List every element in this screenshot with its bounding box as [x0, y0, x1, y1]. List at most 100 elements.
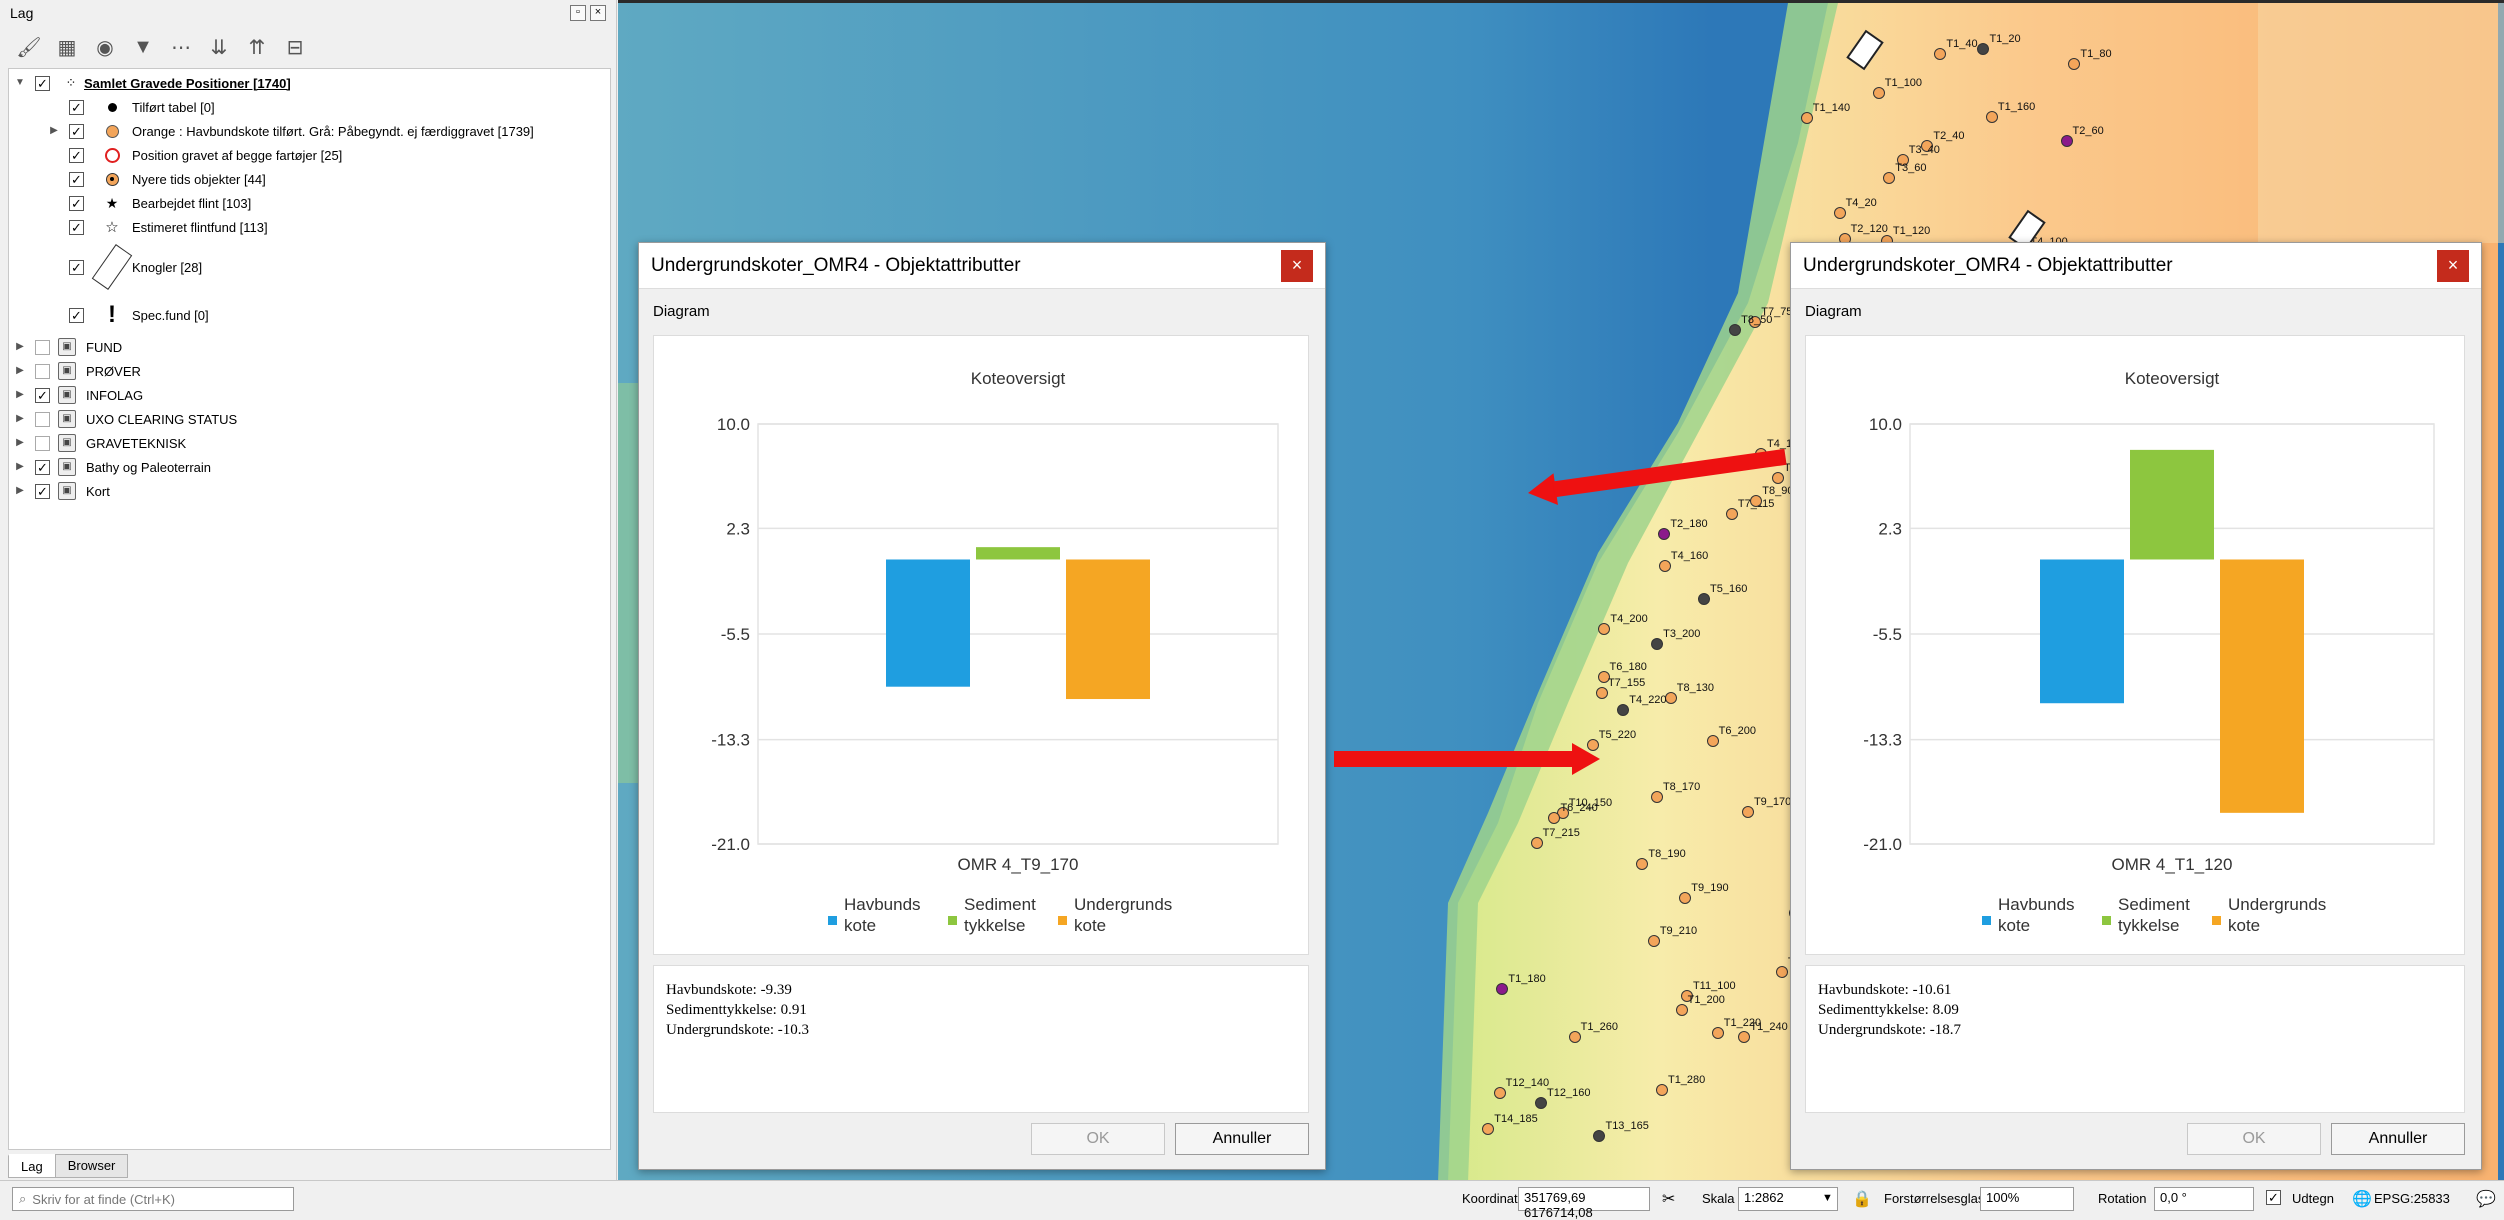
map-point[interactable]	[1800, 112, 1813, 125]
layer-group-infolag[interactable]: ▶ ✓ ▣ INFOLAG	[9, 383, 610, 407]
layer-checkbox[interactable]: ✓	[69, 171, 84, 187]
crs-label[interactable]: EPSG:25833	[2374, 1191, 2450, 1206]
filter-icon[interactable]: ▼	[130, 34, 156, 60]
layer-group-kort[interactable]: ▶ ✓ ▣ Kort	[9, 479, 610, 503]
expand-arrow-icon[interactable]: ▶	[13, 484, 27, 498]
dialog-titlebar[interactable]: Undergrundskoter_OMR4 - Objektattributte…	[639, 243, 1325, 289]
legend-label: kote	[844, 916, 876, 935]
render-checkbox[interactable]: ✓	[2266, 1190, 2281, 1205]
layer-group-bathy[interactable]: ▶ ✓ ▣ Bathy og Paleoterrain	[9, 455, 610, 479]
cancel-button[interactable]: Annuller	[2331, 1123, 2465, 1155]
layer-row-position[interactable]: ✓ Position gravet af begge fartøjer [25]	[9, 143, 610, 167]
expand-arrow-icon[interactable]: ▶	[13, 460, 27, 474]
layer-checkbox[interactable]: ✓	[35, 459, 50, 475]
layer-row-tilfoert[interactable]: ✓ Tilført tabel [0]	[9, 95, 610, 119]
map-point[interactable]	[1729, 323, 1742, 336]
tab-lag[interactable]: Lag	[8, 1154, 56, 1178]
layer-row-orange[interactable]: ▶ ✓ Orange : Havbundskote tilført. Grå: …	[9, 119, 610, 143]
magnifier-field[interactable]: 100%	[1980, 1187, 2074, 1211]
layer-checkbox[interactable]: ✓	[69, 123, 84, 139]
coordinate-field[interactable]: 351769,69 6176714,08	[1518, 1187, 1650, 1220]
map-point[interactable]	[1530, 836, 1543, 849]
layer-row-specfund[interactable]: ✓ ! Spec.fund [0]	[9, 295, 610, 335]
expand-arrow-icon[interactable]: ▶	[13, 364, 27, 378]
map-point[interactable]	[1568, 1030, 1581, 1043]
layer-checkbox[interactable]	[35, 411, 50, 427]
tab-browser[interactable]: Browser	[54, 1154, 129, 1178]
close-icon[interactable]: ×	[2437, 249, 2469, 282]
expand-arrow-icon[interactable]: ▶	[13, 388, 27, 402]
close-icon[interactable]: ×	[1281, 249, 1313, 282]
ok-button[interactable]: OK	[2187, 1123, 2321, 1155]
map-point-label: T1_180	[1508, 973, 1546, 986]
layer-group-fund[interactable]: ▶ ▣ FUND	[9, 335, 610, 359]
style-brush-icon[interactable]: 🖌	[16, 34, 42, 60]
map-point[interactable]	[1985, 110, 1998, 123]
expand-all-icon[interactable]: ⇊	[206, 34, 232, 60]
collapse-all-icon[interactable]: ⇈	[244, 34, 270, 60]
layer-checkbox[interactable]	[35, 339, 50, 355]
expand-arrow-icon[interactable]: ▶	[47, 124, 61, 138]
eye-icon[interactable]: ◉	[92, 34, 118, 60]
layer-checkbox[interactable]: ✓	[69, 195, 84, 211]
remove-layer-icon[interactable]: ⊟	[282, 34, 308, 60]
map-point[interactable]	[1977, 42, 1990, 55]
map-point[interactable]	[1872, 86, 1885, 99]
cancel-button[interactable]: Annuller	[1175, 1123, 1309, 1155]
layer-checkbox[interactable]: ✓	[35, 75, 50, 91]
map-point[interactable]	[1775, 965, 1788, 978]
collapse-arrow-icon[interactable]: ▼	[13, 76, 27, 90]
expand-arrow-icon[interactable]: ▶	[13, 412, 27, 426]
map-point[interactable]	[1535, 1096, 1548, 1109]
layer-group-uxo[interactable]: ▶ ▣ UXO CLEARING STATUS	[9, 407, 610, 431]
map-point[interactable]	[1750, 494, 1763, 507]
layer-row-samlet[interactable]: ▼ ✓ ⁘ Samlet Gravede Positioner [1740]	[9, 71, 610, 95]
layer-row-knogler[interactable]: ✓ Knogler [28]	[9, 239, 610, 295]
layer-checkbox[interactable]: ✓	[69, 99, 84, 115]
layer-row-nyere[interactable]: ✓ Nyere tids objekter [44]	[9, 167, 610, 191]
lock-icon[interactable]: 🔒	[1852, 1189, 1872, 1209]
close-panel-button[interactable]: ×	[590, 5, 606, 21]
expand-arrow-icon[interactable]: ▶	[13, 436, 27, 450]
chevron-down-icon[interactable]: ▼	[1822, 1192, 1833, 1204]
map-point[interactable]	[2060, 135, 2073, 147]
layer-checkbox[interactable]: ✓	[69, 307, 84, 323]
layer-row-estimeret[interactable]: ✓ ☆ Estimeret flintfund [113]	[9, 215, 610, 239]
map-point[interactable]	[1493, 1087, 1506, 1100]
layer-checkbox[interactable]: ✓	[69, 147, 84, 163]
map-point-label: T5_220	[1598, 729, 1637, 742]
layer-checkbox[interactable]: ✓	[69, 219, 84, 235]
extents-toggle-icon[interactable]: ✂	[1662, 1189, 1675, 1209]
layer-checkbox[interactable]	[35, 363, 50, 379]
filter-expression-icon[interactable]: ⋯	[168, 34, 194, 60]
map-point-label: T7_215	[1542, 826, 1580, 839]
layer-group-proever[interactable]: ▶ ▣ PRØVER	[9, 359, 610, 383]
add-group-icon[interactable]: ▦	[54, 34, 80, 60]
dialog-titlebar[interactable]: Undergrundskoter_OMR4 - Objektattributte…	[1791, 243, 2481, 289]
map-point[interactable]	[2068, 57, 2081, 70]
layer-checkbox[interactable]	[35, 435, 50, 451]
layer-checkbox[interactable]: ✓	[69, 259, 84, 275]
map-point[interactable]	[1833, 207, 1846, 220]
map-point[interactable]	[1595, 686, 1608, 699]
layer-group-graveteknisk[interactable]: ▶ ▣ GRAVETEKNISK	[9, 431, 610, 455]
messages-icon[interactable]: 💬	[2476, 1189, 2496, 1209]
crs-globe-icon[interactable]: 🌐	[2352, 1189, 2372, 1209]
locator-search-input[interactable]: ⌕ Skriv for at finde (Ctrl+K)	[12, 1187, 294, 1211]
map-point[interactable]	[1706, 734, 1719, 747]
map-point[interactable]	[1651, 637, 1664, 650]
float-panel-button[interactable]: ▫	[570, 5, 586, 21]
y-tick-label: -13.3	[1863, 731, 1902, 750]
map-point[interactable]	[1675, 1003, 1688, 1016]
bar-chart: Koteoversigt 10.0 2.3 -5.5 -13.3 -21.0 OMR 4_T…	[711, 369, 1279, 935]
layer-row-bearbejdet[interactable]: ✓ ★ Bearbejdet flint [103]	[9, 191, 610, 215]
ok-button[interactable]: OK	[1031, 1123, 1165, 1155]
layer-checkbox[interactable]: ✓	[35, 387, 50, 403]
map-point[interactable]	[1655, 1084, 1668, 1097]
layer-checkbox[interactable]: ✓	[35, 483, 50, 499]
rotation-field[interactable]: 0,0 °	[2154, 1187, 2254, 1211]
expand-arrow-icon[interactable]: ▶	[13, 340, 27, 354]
map-point[interactable]	[1650, 791, 1663, 804]
map-point[interactable]	[1711, 1027, 1724, 1040]
map-point[interactable]	[1741, 805, 1754, 818]
